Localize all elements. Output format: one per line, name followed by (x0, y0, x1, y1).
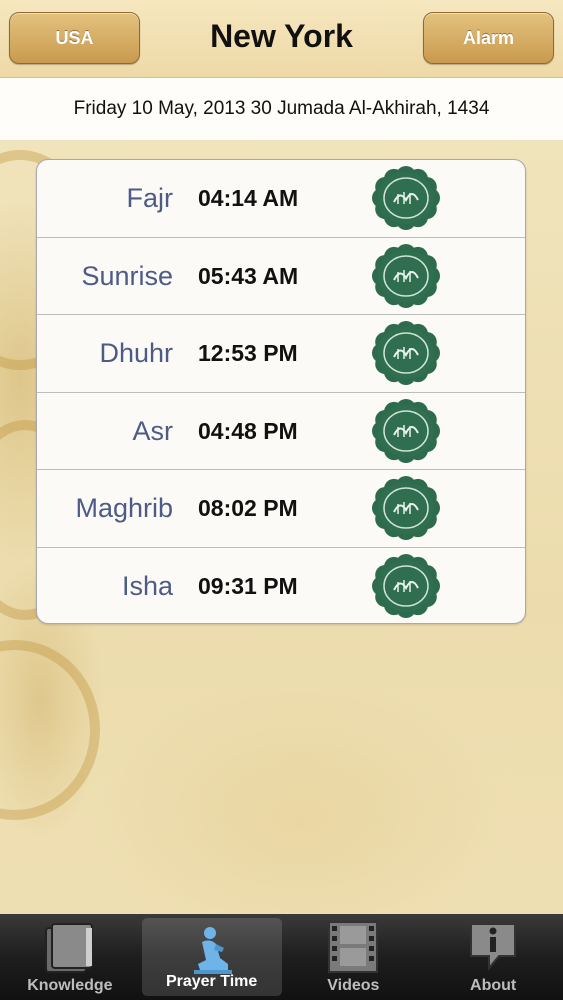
praying-person-icon (184, 924, 240, 983)
prayer-row-maghrib: Maghrib 08:02 PM (37, 470, 525, 548)
allah-calligraphy-icon[interactable] (370, 243, 442, 309)
prayer-time: 05:43 AM (198, 262, 299, 289)
allah-calligraphy-icon[interactable] (370, 166, 442, 231)
allah-calligraphy-icon[interactable] (370, 321, 442, 386)
prayer-row-dhuhr: Dhuhr 12:53 PM (37, 315, 525, 393)
prayer-time: 04:48 PM (198, 417, 298, 444)
info-icon (465, 920, 521, 979)
prayer-time-screen: USA New York Alarm Friday 10 May, 2013 3… (0, 0, 563, 1000)
prayer-name: Isha (121, 570, 173, 601)
prayer-name: Fajr (126, 183, 174, 213)
prayer-time: 08:02 PM (198, 495, 298, 521)
prayer-row-fajr: Fajr 04:14 AM (37, 160, 525, 238)
tab-bar: Knowledge Prayer Time Videos About (0, 914, 563, 1000)
tab-about[interactable]: About (423, 914, 563, 1000)
date-line: Friday 10 May, 2013 30 Jumada Al-Akhirah… (0, 78, 563, 140)
prayer-row-sunrise: Sunrise 05:43 AM (37, 238, 525, 315)
prayer-name: Dhuhr (99, 338, 173, 368)
tab-knowledge[interactable]: Knowledge (0, 914, 140, 1000)
country-button[interactable]: USA (9, 12, 140, 64)
book-icon (42, 920, 98, 979)
prayer-times-table: Fajr 04:14 AM Sunrise 05:43 AM Dhuhr 12:53 … (36, 159, 526, 624)
tab-label: Knowledge (27, 977, 113, 994)
tab-label: Videos (327, 977, 380, 994)
top-bar: USA New York Alarm (0, 0, 563, 78)
background-ornament (0, 640, 100, 820)
prayer-name: Sunrise (81, 260, 173, 291)
tab-videos[interactable]: Videos (284, 914, 424, 1000)
allah-calligraphy-icon[interactable] (370, 476, 442, 541)
prayer-time: 04:14 AM (198, 185, 299, 211)
tab-label: About (470, 977, 517, 994)
city-title: New York (210, 18, 353, 54)
prayer-name: Maghrib (75, 493, 173, 523)
prayer-time: 09:31 PM (198, 572, 298, 599)
prayer-row-isha: Isha 09:31 PM (37, 548, 525, 624)
prayer-time: 12:53 PM (198, 340, 298, 366)
prayer-name: Asr (132, 415, 174, 446)
film-strip-icon (325, 920, 381, 979)
allah-calligraphy-icon[interactable] (370, 553, 442, 619)
alarm-button[interactable]: Alarm (423, 12, 554, 64)
allah-calligraphy-icon[interactable] (370, 398, 442, 464)
tab-prayer-time[interactable]: Prayer Time (141, 918, 282, 996)
prayer-row-asr: Asr 04:48 PM (37, 393, 525, 470)
